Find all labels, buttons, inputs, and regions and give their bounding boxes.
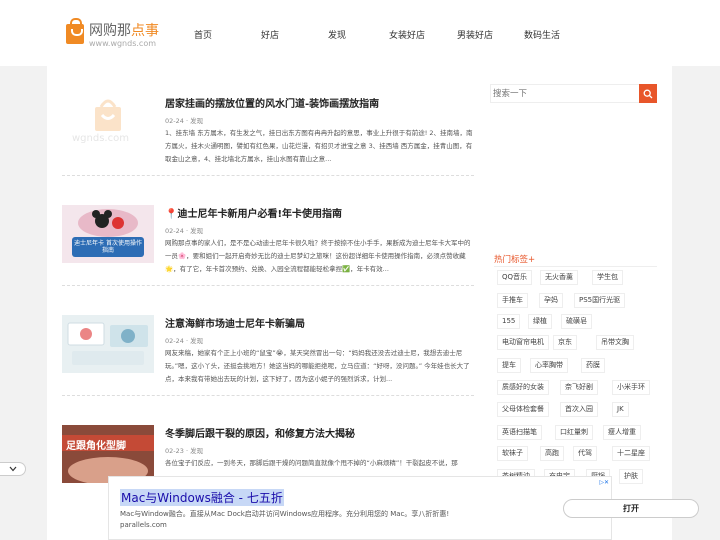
article-date: 02-24 <box>165 117 184 125</box>
tag-item[interactable]: 心率胸带 <box>530 358 568 373</box>
ad-collapse-button[interactable] <box>0 462 26 476</box>
article-title[interactable]: 📍迪士尼年卡新用户必看!年卡使用指南 <box>165 205 342 220</box>
tag-item[interactable]: JK <box>612 402 629 417</box>
article-item: wgnds.com 居家挂画的摆放位置的风水门道-装饰画摆放指南 02-24 ·… <box>62 66 474 176</box>
tag-item[interactable]: 吊带文胸 <box>596 335 634 350</box>
tag-item[interactable]: 手推车 <box>497 293 528 308</box>
tag-item[interactable]: 十二星座 <box>612 446 650 461</box>
tag-item[interactable]: 硫磺皂 <box>561 314 592 329</box>
search-input[interactable] <box>491 85 639 102</box>
tag-item[interactable]: 高跑 <box>540 446 564 461</box>
logo-text: 网购那点事 www.wgnds.com <box>89 24 159 49</box>
article-date: 02-24 <box>165 227 184 235</box>
tag-item[interactable]: 提车 <box>497 358 521 373</box>
nav-item-digital[interactable]: 数码生活 <box>508 28 576 41</box>
tag-item[interactable]: 英语扫描笔 <box>497 425 542 440</box>
tag-item[interactable]: 京东 <box>553 335 577 350</box>
logo-name: 网购那点事 <box>89 24 159 39</box>
article-item: 迪士尼年卡 首次使用操作指南 📍迪士尼年卡新用户必看!年卡使用指南 02-24 … <box>62 176 474 286</box>
article-meta: 02-24 · 发现 <box>165 337 204 345</box>
article-meta: 02-23 · 发现 <box>165 447 204 455</box>
chevron-down-icon <box>9 466 16 472</box>
article-thumbnail[interactable] <box>62 315 154 373</box>
nav-item-home[interactable]: 首页 <box>168 28 238 41</box>
tag-item[interactable]: 无火香薰 <box>540 270 578 285</box>
article-title[interactable]: 注意海鲜市场迪士尼年卡新骗局 <box>165 315 305 330</box>
ad-choices-icon[interactable]: ▷✕ <box>599 479 609 486</box>
article-date: 02-24 <box>165 337 184 345</box>
tag-item[interactable]: 口红量刺 <box>555 425 593 440</box>
article-summary: 1、挂东墙 东方属木，有生发之气，挂日出东方图有冉冉升起的意思，事业上升很于有前… <box>165 129 473 163</box>
ad-title[interactable]: Mac与Windows融合 - 七五折 <box>120 489 284 506</box>
tag-item[interactable]: 小米手环 <box>612 380 650 395</box>
logo-name-part-a: 网购那 <box>89 23 131 39</box>
ad-open-button[interactable]: 打开 <box>563 499 699 518</box>
article-summary: 网友来稿，她家有个正上小班的“鼠宝”😭，某天突然冒出一句：“妈妈我还没去过迪士尼… <box>165 349 470 383</box>
tag-item[interactable]: QQ音乐 <box>497 270 533 285</box>
article-thumbnail[interactable]: 迪士尼年卡 首次使用操作指南 <box>62 205 154 263</box>
tag-item[interactable]: 父母体检套餐 <box>497 402 549 417</box>
article-category[interactable]: 发现 <box>190 337 203 345</box>
logo-url: www.wgnds.com <box>89 39 157 48</box>
ad-text: Mac与Window融合。直接从Mac Dock启动并访问Windows应用程序… <box>120 510 450 529</box>
nav-item-discover[interactable]: 发现 <box>302 28 372 41</box>
tag-item[interactable]: 绿植 <box>528 314 552 329</box>
article-category[interactable]: 发现 <box>190 447 203 455</box>
tags-divider <box>494 266 657 267</box>
thumbnail-watermark: wgnds.com <box>72 133 129 144</box>
article-category[interactable]: 发现 <box>190 117 203 125</box>
tag-item[interactable]: 瘦人增重 <box>603 425 641 440</box>
tag-item[interactable]: 电动窗帘电机 <box>497 335 549 350</box>
article-meta: 02-24 · 发现 <box>165 227 204 235</box>
ad-banner: ▷✕ Mac与Windows融合 - 七五折 Mac与Window融合。直接从M… <box>108 476 699 540</box>
nav-item-womens-shops[interactable]: 女装好店 <box>372 28 442 41</box>
thumbnail-caption: 迪士尼年卡 首次使用操作指南 <box>74 240 142 254</box>
tags-heading: 热门标签+ <box>494 255 536 265</box>
article-item: 注意海鲜市场迪士尼年卡新骗局 02-24 · 发现 网友来稿，她家有个正上小班的… <box>62 286 474 396</box>
tag-item[interactable]: 首次入园 <box>560 402 598 417</box>
article-title[interactable]: 冬季脚后跟干裂的原因，和修复方法大揭秘 <box>165 425 355 440</box>
tag-item[interactable]: 孕妈 <box>539 293 563 308</box>
tag-item[interactable]: 学生包 <box>592 270 623 285</box>
tag-item[interactable]: 代驾 <box>573 446 597 461</box>
article-meta: 02-24 · 发现 <box>165 117 204 125</box>
search-box <box>490 84 657 103</box>
thumbnail-caption: 足跟角化型脚 <box>66 441 126 452</box>
tag-item[interactable]: 155 <box>497 314 521 329</box>
tag-item[interactable]: 护肤 <box>619 469 643 484</box>
article-thumbnail[interactable]: 足跟角化型脚 <box>62 425 154 483</box>
main-nav: 首页 好店 发现 女装好店 男装好店 数码生活 <box>168 28 576 41</box>
article-thumbnail[interactable]: wgnds.com <box>62 95 154 153</box>
article-category[interactable]: 发现 <box>190 227 203 235</box>
shopping-bag-icon <box>66 18 84 44</box>
site-logo[interactable]: 网购那点事 www.wgnds.com <box>66 18 159 49</box>
article-date: 02-23 <box>165 447 184 455</box>
nav-item-mens-shops[interactable]: 男装好店 <box>442 28 508 41</box>
tag-item[interactable]: 药膜 <box>581 358 605 373</box>
article-summary: 网购那点事的家人们，是不是心动迪士尼年卡很久啦？终于按捺不住小手手，果断成为迪士… <box>165 239 471 273</box>
tag-item[interactable]: 质感好的女装 <box>497 380 549 395</box>
search-button[interactable] <box>639 84 657 103</box>
tag-item[interactable]: 软袜子 <box>497 446 528 461</box>
article-title[interactable]: 居家挂画的摆放位置的风水门道-装饰画摆放指南 <box>165 95 379 110</box>
nav-item-shops[interactable]: 好店 <box>238 28 302 41</box>
tag-item[interactable]: PS5国行光驱 <box>574 293 626 308</box>
site-header: 网购那点事 www.wgnds.com 首页 好店 发现 女装好店 男装好店 数… <box>0 0 720 66</box>
tag-item[interactable]: 奈飞好剧 <box>560 380 598 395</box>
search-icon <box>643 89 653 98</box>
logo-name-part-b: 点事 <box>131 23 159 39</box>
